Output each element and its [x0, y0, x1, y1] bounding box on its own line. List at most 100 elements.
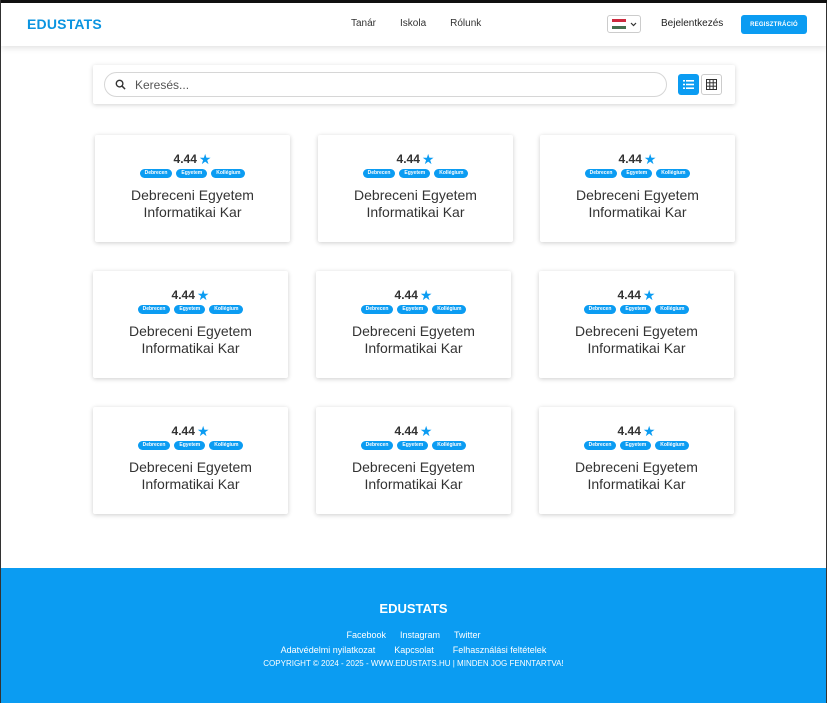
rating: 4.44 ★: [95, 152, 290, 166]
rating-value: 4.44: [173, 152, 197, 166]
school-name-line1: Debreceni Egyetem: [131, 187, 254, 203]
tag-list: Debrecen Egyetem Kollégium: [316, 441, 511, 450]
tag-dorm[interactable]: Kollégium: [656, 169, 691, 178]
school-name-line1: Debreceni Egyetem: [576, 187, 699, 203]
nav-item-rolunk[interactable]: Rólunk: [450, 18, 481, 29]
grid-view-button[interactable]: [701, 74, 722, 95]
contact-link[interactable]: Kapcsolat: [394, 645, 434, 655]
rating: 4.44 ★: [540, 152, 735, 166]
login-link[interactable]: Bejelentkezés: [661, 18, 723, 29]
tag-type[interactable]: Egyetem: [397, 441, 429, 450]
rating: 4.44 ★: [93, 424, 288, 438]
search-input[interactable]: [135, 77, 635, 92]
tag-type[interactable]: Egyetem: [621, 169, 653, 178]
tag-city[interactable]: Debrecen: [584, 169, 618, 178]
tag-dorm[interactable]: Kollégium: [211, 169, 246, 178]
tag-city[interactable]: Debrecen: [360, 441, 394, 450]
tag-type[interactable]: Egyetem: [620, 305, 652, 314]
instagram-link[interactable]: Instagram: [400, 630, 440, 640]
star-icon: ★: [643, 151, 657, 167]
footer-legal-links: Adatvédelmi nyilatkozat Kapcsolat Felhas…: [1, 645, 826, 655]
school-card[interactable]: 4.44 ★ Debrecen Egyetem Kollégium Debreceni…: [539, 407, 734, 514]
copyright-text: COPYRIGHT © 2024 - 2025 - WWW.EDUSTATS.H…: [263, 659, 564, 668]
tag-dorm[interactable]: Kollégium: [209, 441, 244, 450]
rating-value: 4.44: [396, 152, 420, 166]
rating: 4.44 ★: [316, 288, 511, 302]
tag-city[interactable]: Debrecen: [583, 441, 617, 450]
search-panel: [93, 65, 735, 104]
school-card[interactable]: 4.44 ★ Debrecen Egyetem Kollégium Debreceni…: [318, 135, 513, 242]
school-card[interactable]: 4.44 ★ Debrecen Egyetem Kollégium Debreceni…: [93, 271, 288, 378]
school-name: Debreceni Egyetem Informatikai Kar: [95, 187, 290, 221]
tag-type[interactable]: Egyetem: [397, 305, 429, 314]
tag-type[interactable]: Egyetem: [176, 169, 208, 178]
school-name-line2: Informatikai Kar: [143, 204, 242, 220]
school-card[interactable]: 4.44 ★ Debrecen Egyetem Kollégium Debreceni…: [93, 407, 288, 514]
rating: 4.44 ★: [316, 424, 511, 438]
tag-type[interactable]: Egyetem: [174, 441, 206, 450]
tag-list: Debrecen Egyetem Kollégium: [318, 169, 513, 178]
rating-value: 4.44: [394, 424, 418, 438]
star-icon: ★: [642, 287, 656, 303]
tag-list: Debrecen Egyetem Kollégium: [539, 441, 734, 450]
school-card[interactable]: 4.44 ★ Debrecen Egyetem Kollégium Debreceni…: [316, 271, 511, 378]
star-icon: ★: [196, 287, 210, 303]
tag-city[interactable]: Debrecen: [362, 169, 396, 178]
footer: EDUSTATS Facebook Instagram Twitter Adat…: [1, 568, 826, 703]
school-name-line2: Informatikai Kar: [141, 340, 240, 356]
rating-value: 4.44: [394, 288, 418, 302]
school-card[interactable]: 4.44 ★ Debrecen Egyetem Kollégium Debreceni…: [540, 135, 735, 242]
terms-link[interactable]: Felhasználási feltételek: [453, 645, 547, 655]
nav-item-tanar[interactable]: Tanár: [351, 18, 376, 29]
tag-dorm[interactable]: Kollégium: [655, 305, 690, 314]
tag-type[interactable]: Egyetem: [174, 305, 206, 314]
school-name: Debreceni Egyetem Informatikai Kar: [316, 323, 511, 357]
list-view-button[interactable]: [678, 74, 699, 95]
school-card[interactable]: 4.44 ★ Debrecen Egyetem Kollégium Debreceni…: [95, 135, 290, 242]
tag-city[interactable]: Debrecen: [137, 441, 171, 450]
chevron-down-icon: [630, 20, 637, 29]
star-icon: ★: [419, 287, 433, 303]
twitter-link[interactable]: Twitter: [454, 630, 481, 640]
hu-flag-icon: [612, 19, 626, 29]
tag-list: Debrecen Egyetem Kollégium: [95, 169, 290, 178]
school-name-line1: Debreceni Egyetem: [575, 459, 698, 475]
brand-logo[interactable]: EDUSTATS: [27, 16, 102, 32]
tag-dorm[interactable]: Kollégium: [432, 441, 467, 450]
tag-dorm[interactable]: Kollégium: [432, 305, 467, 314]
school-name: Debreceni Egyetem Informatikai Kar: [316, 459, 511, 493]
school-card[interactable]: 4.44 ★ Debrecen Egyetem Kollégium Debreceni…: [539, 271, 734, 378]
facebook-link[interactable]: Facebook: [346, 630, 386, 640]
tag-list: Debrecen Egyetem Kollégium: [93, 305, 288, 314]
tag-city[interactable]: Debrecen: [137, 305, 171, 314]
rating-value: 4.44: [171, 424, 195, 438]
rating: 4.44 ★: [539, 288, 734, 302]
star-icon: ★: [419, 423, 433, 439]
tag-dorm[interactable]: Kollégium: [434, 169, 469, 178]
star-icon: ★: [642, 423, 656, 439]
tag-list: Debrecen Egyetem Kollégium: [316, 305, 511, 314]
rating-value: 4.44: [617, 424, 641, 438]
navbar: EDUSTATS Tanár Iskola Rólunk Bejelentkez…: [1, 3, 826, 46]
tag-list: Debrecen Egyetem Kollégium: [539, 305, 734, 314]
search-field[interactable]: [104, 72, 667, 97]
tag-dorm[interactable]: Kollégium: [655, 441, 690, 450]
rating: 4.44 ★: [93, 288, 288, 302]
rating-value: 4.44: [618, 152, 642, 166]
school-name-line1: Debreceni Egyetem: [575, 323, 698, 339]
school-name-line1: Debreceni Egyetem: [352, 459, 475, 475]
tag-type[interactable]: Egyetem: [620, 441, 652, 450]
tag-type[interactable]: Egyetem: [399, 169, 431, 178]
tag-city[interactable]: Debrecen: [139, 169, 173, 178]
tag-dorm[interactable]: Kollégium: [209, 305, 244, 314]
school-name: Debreceni Egyetem Informatikai Kar: [539, 459, 734, 493]
school-card[interactable]: 4.44 ★ Debrecen Egyetem Kollégium Debreceni…: [316, 407, 511, 514]
nav-item-iskola[interactable]: Iskola: [400, 18, 426, 29]
tag-city[interactable]: Debrecen: [360, 305, 394, 314]
tag-city[interactable]: Debrecen: [583, 305, 617, 314]
language-selector[interactable]: [607, 15, 641, 33]
list-view-icon: [683, 80, 694, 89]
privacy-link[interactable]: Adatvédelmi nyilatkozat: [281, 645, 376, 655]
school-name-line1: Debreceni Egyetem: [129, 459, 252, 475]
register-button[interactable]: REGISZTRÁCIÓ: [741, 15, 807, 34]
